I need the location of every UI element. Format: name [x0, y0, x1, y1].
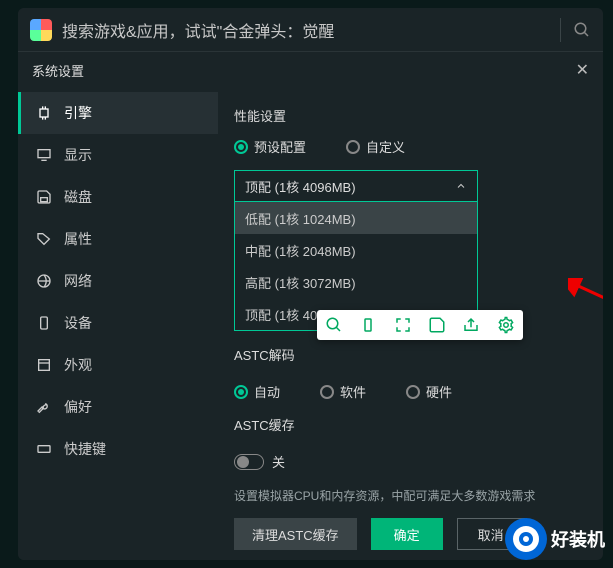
radio-hard[interactable]: 硬件 — [406, 382, 452, 401]
ok-button[interactable]: 确定 — [371, 518, 443, 550]
cpu-icon — [36, 105, 52, 121]
option-mid[interactable]: 中配 (1核 2048MB) — [235, 234, 477, 266]
sidebar-item-device[interactable]: 设备 — [18, 302, 218, 344]
settings-window: 搜索游戏&应用，试试"合金弹头：觉醒 系统设置 ✕ 引擎 显示 磁盘 — [18, 8, 603, 560]
switch-off[interactable] — [234, 454, 264, 470]
keyboard-icon — [36, 441, 52, 457]
sidebar-item-label: 网络 — [64, 271, 92, 291]
watermark-text: 好装机 — [551, 526, 605, 552]
preset-select[interactable]: 顶配 (1核 4096MB) — [234, 170, 478, 202]
sidebar-item-label: 磁盘 — [64, 187, 92, 207]
select-value: 顶配 (1核 4096MB) — [245, 177, 356, 196]
sidebar-item-shortcut[interactable]: 快捷键 — [18, 428, 218, 470]
gear-icon[interactable] — [497, 316, 515, 334]
zoom-icon[interactable] — [325, 316, 343, 334]
chevron-up-icon — [455, 180, 467, 192]
phone-icon — [36, 315, 52, 331]
astc-cache-title: ASTC缓存 — [234, 415, 583, 434]
option-low[interactable]: 低配 (1核 1024MB) — [235, 202, 477, 234]
sidebar-item-label: 显示 — [64, 145, 92, 165]
hint-text: 设置模拟器CPU和内存资源，中配可满足大多数游戏需求 — [234, 487, 583, 504]
radio-soft[interactable]: 软件 — [320, 382, 366, 401]
monitor-icon — [36, 147, 52, 163]
radio-custom[interactable]: 自定义 — [346, 137, 405, 156]
sidebar-item-label: 属性 — [64, 229, 92, 249]
search-input[interactable]: 搜索游戏&应用，试试"合金弹头：觉醒 — [62, 18, 548, 42]
sidebar: 引擎 显示 磁盘 属性 网络 设备 — [18, 88, 218, 560]
dialog-header: 系统设置 ✕ — [18, 52, 603, 88]
sidebar-item-appearance[interactable]: 外观 — [18, 344, 218, 386]
sidebar-item-label: 设备 — [64, 313, 92, 333]
astc-decode-title: ASTC解码 — [234, 345, 583, 364]
sidebar-item-property[interactable]: 属性 — [18, 218, 218, 260]
radio-auto[interactable]: 自动 — [234, 382, 280, 401]
close-icon[interactable]: ✕ — [576, 60, 589, 80]
sidebar-item-label: 快捷键 — [64, 439, 106, 459]
sidebar-item-engine[interactable]: 引擎 — [18, 92, 218, 134]
sidebar-item-network[interactable]: 网络 — [18, 260, 218, 302]
cache-toggle[interactable]: 关 — [234, 452, 583, 471]
tag-icon — [36, 231, 52, 247]
window-icon — [36, 357, 52, 373]
save-icon — [36, 189, 52, 205]
annotation-arrow — [568, 278, 603, 328]
sidebar-item-label: 外观 — [64, 355, 92, 375]
clear-cache-button[interactable]: 清理ASTC缓存 — [234, 518, 357, 550]
floating-toolbar[interactable] — [317, 310, 523, 340]
sidebar-item-disk[interactable]: 磁盘 — [18, 176, 218, 218]
divider — [560, 18, 561, 42]
fullscreen-icon[interactable] — [394, 316, 412, 334]
disk-icon[interactable] — [428, 316, 446, 334]
share-icon[interactable] — [462, 316, 480, 334]
option-high[interactable]: 高配 (1核 3072MB) — [235, 266, 477, 298]
watermark-logo — [505, 518, 547, 560]
sidebar-item-display[interactable]: 显示 — [18, 134, 218, 176]
sidebar-item-label: 引擎 — [64, 103, 92, 123]
globe-icon — [36, 273, 52, 289]
perf-title: 性能设置 — [234, 106, 583, 125]
astc-decode-row: 自动 软件 硬件 — [234, 382, 583, 401]
sidebar-item-preference[interactable]: 偏好 — [18, 386, 218, 428]
wrench-icon — [36, 399, 52, 415]
preset-radio-row: 预设配置 自定义 — [234, 137, 583, 156]
topbar: 搜索游戏&应用，试试"合金弹头：觉醒 — [18, 8, 603, 52]
app-logo — [30, 19, 52, 41]
watermark: 好装机 — [505, 518, 605, 560]
sidebar-item-label: 偏好 — [64, 397, 92, 417]
radio-preset[interactable]: 预设配置 — [234, 137, 306, 156]
dialog-title: 系统设置 — [32, 61, 84, 80]
device-icon[interactable] — [359, 316, 377, 334]
search-icon[interactable] — [573, 21, 591, 39]
